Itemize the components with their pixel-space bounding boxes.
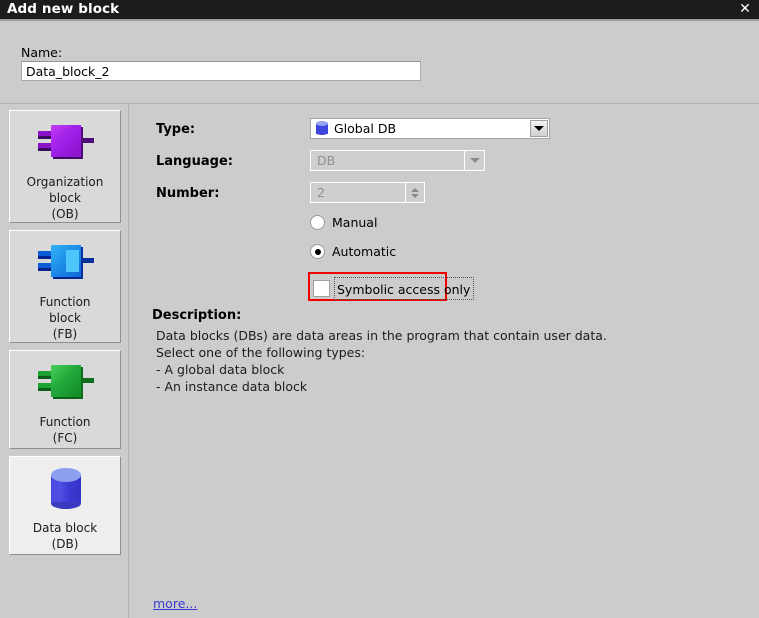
function-icon	[33, 359, 97, 413]
data-block-icon	[33, 465, 97, 519]
dialog-title-bar: Add new block ✕	[0, 0, 759, 19]
database-cylinder-icon	[316, 121, 328, 136]
close-icon[interactable]: ✕	[737, 1, 753, 18]
type-dropdown[interactable]: Global DB	[310, 118, 550, 139]
description-label: Description:	[152, 308, 242, 323]
description-line: - A global data block	[156, 362, 285, 377]
function-block-icon	[33, 239, 97, 293]
chevron-down-icon	[464, 151, 484, 170]
symbolic-access-label: Symbolic access only	[337, 282, 471, 297]
sidebar-item-label: Organization block (OB)	[26, 175, 104, 221]
description-text: Data blocks (DBs) are data areas in the …	[156, 327, 736, 395]
type-label: Type:	[156, 122, 196, 137]
name-input[interactable]	[21, 61, 421, 81]
checkbox-focus-ring: Symbolic access only	[334, 277, 475, 300]
description-line: Select one of the following types:	[156, 345, 366, 360]
radio-automatic-label: Automatic	[332, 244, 397, 259]
organization-block-icon	[33, 119, 97, 173]
block-properties-pane: Type: Global DB Language: DB Number: 2 M…	[130, 104, 759, 618]
language-label: Language:	[156, 154, 233, 169]
dialog-title: Add new block	[7, 1, 120, 17]
type-selected-value: Global DB	[334, 121, 397, 136]
sidebar-item-label: Function (FC)	[39, 415, 91, 445]
number-label: Number:	[156, 186, 220, 201]
radio-manual[interactable]: Manual	[310, 215, 377, 230]
radio-indicator	[310, 215, 325, 230]
sidebar-item-data-block[interactable]: Data block (DB)	[9, 456, 121, 555]
number-stepper: 2	[310, 182, 425, 203]
radio-automatic[interactable]: Automatic	[310, 244, 396, 259]
radio-indicator	[310, 244, 325, 259]
language-dropdown: DB	[310, 150, 485, 171]
chevron-down-icon[interactable]	[530, 120, 548, 137]
add-new-block-dialog: Add new block ✕ Name: Organization block…	[0, 0, 759, 618]
number-value: 2	[317, 185, 325, 200]
description-line: Data blocks (DBs) are data areas in the …	[156, 328, 607, 343]
name-label: Name:	[21, 45, 63, 60]
sidebar-item-function[interactable]: Function (FC)	[9, 350, 121, 449]
stepper-down-icon	[411, 193, 419, 198]
radio-manual-label: Manual	[332, 215, 378, 230]
number-stepper-buttons	[405, 183, 424, 202]
sidebar-item-function-block[interactable]: Function block (FB)	[9, 230, 121, 343]
symbolic-access-checkbox[interactable]: Symbolic access only	[313, 277, 475, 300]
stepper-up-icon	[411, 187, 419, 192]
more-link[interactable]: more...	[153, 596, 197, 611]
sidebar-item-organization-block[interactable]: Organization block (OB)	[9, 110, 121, 223]
sidebar-item-label: Function block (FB)	[39, 295, 91, 341]
title-bar-underline	[0, 19, 759, 21]
description-line: - An instance data block	[156, 379, 308, 394]
block-type-sidebar: Organization block (OB) Function block (…	[0, 104, 129, 618]
sidebar-item-label: Data block (DB)	[32, 521, 98, 551]
checkbox-indicator	[313, 280, 330, 297]
language-selected-value: DB	[317, 153, 336, 168]
